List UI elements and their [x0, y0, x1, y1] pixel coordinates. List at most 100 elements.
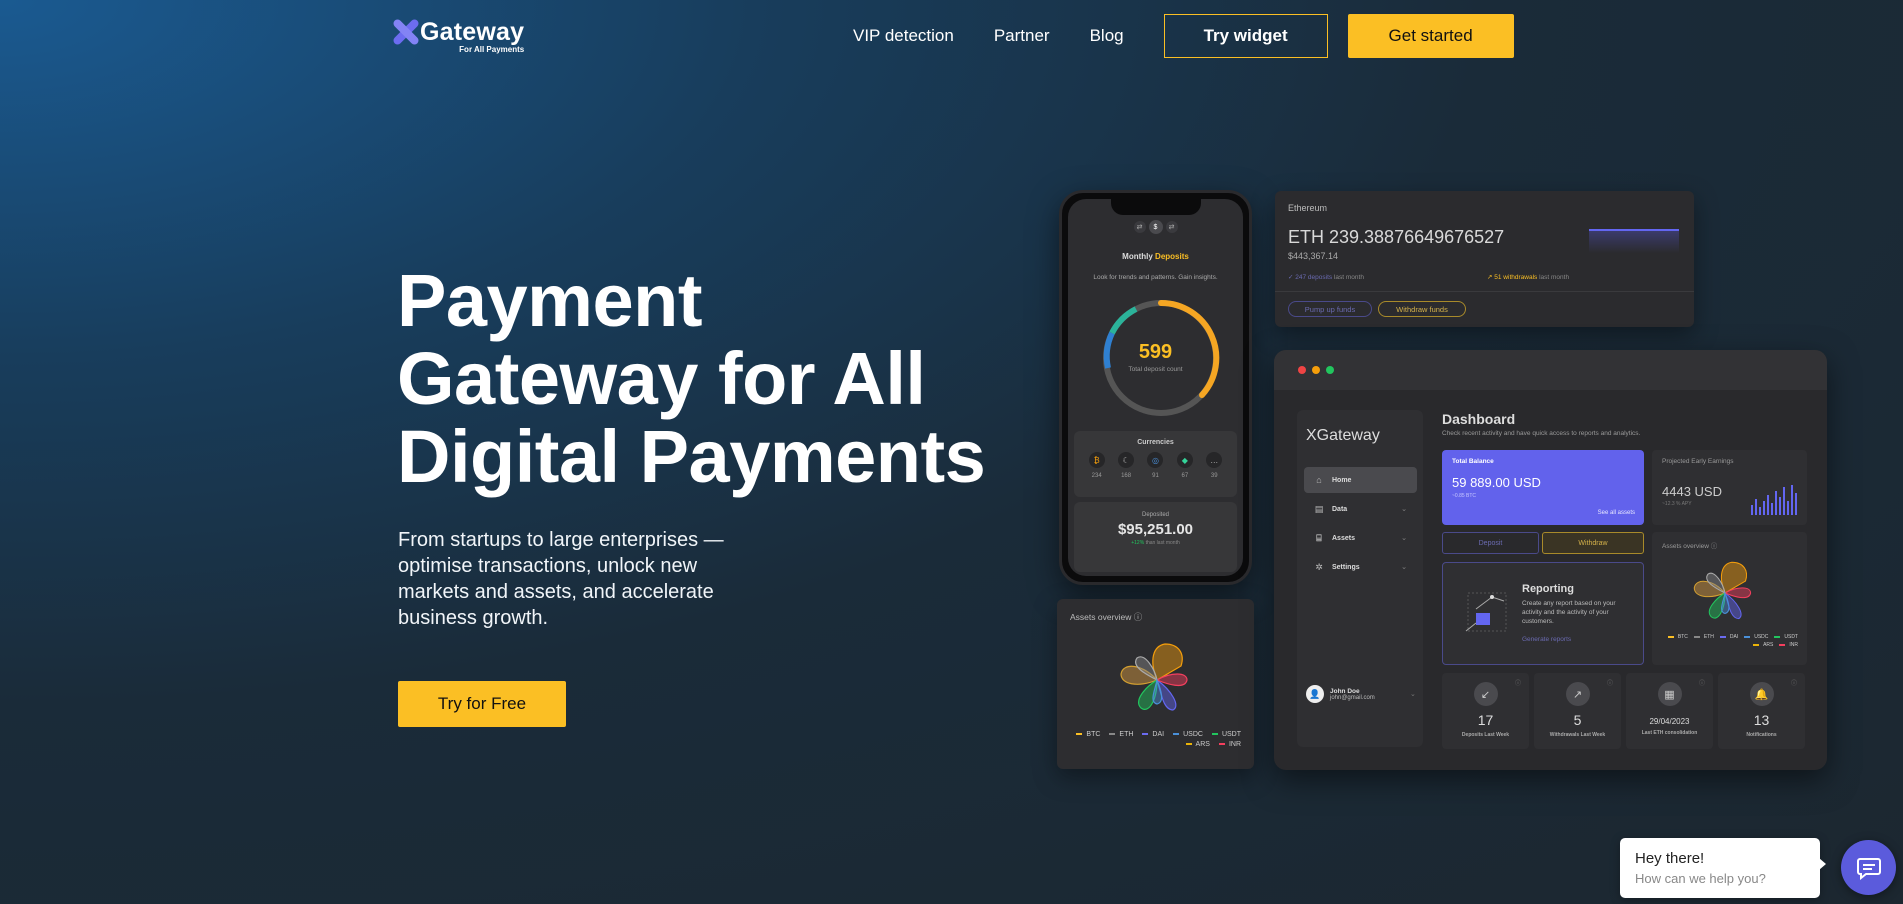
try-widget-button[interactable]: Try widget — [1163, 14, 1328, 58]
phone-pill-dollar: $ — [1148, 220, 1163, 234]
monthly-deposits-title: Monthly Deposits — [1068, 252, 1243, 261]
chat-greeting-bubble[interactable]: Hey there! How can we help you? — [1620, 838, 1826, 898]
eth-withdrawals-stat: ↗ 51 withdrawals last month — [1487, 273, 1569, 281]
legend-item-btc: BTC — [1076, 731, 1100, 738]
phone-tab-pills: ⇄ $ ⇄ — [1133, 220, 1178, 234]
chat-icon — [1856, 857, 1881, 880]
phone-notch — [1110, 199, 1201, 215]
gear-icon: ✲ — [1315, 561, 1323, 572]
user-profile[interactable]: 👤 John Doe john@gmail.com ⌄ — [1306, 685, 1416, 703]
generate-reports-link[interactable]: Generate reports — [1522, 636, 1571, 643]
phone-screen: ⇄ $ ⇄ Monthly Deposits Look for trends a… — [1068, 199, 1243, 576]
arrow-up-right-icon: ↗ — [1565, 682, 1590, 706]
sidebar-item-label: Data — [1332, 505, 1348, 513]
avatar: 👤 — [1306, 685, 1324, 703]
legend-item-btc: BTC — [1668, 634, 1688, 640]
stat-value: 17 — [1477, 712, 1494, 728]
legend-item-dai: DAI — [1142, 731, 1164, 738]
arrow-up-right-icon: ↗ — [1487, 274, 1493, 281]
dashboard-sidebar: XGateway ⌂ Home ▤ Data ⌄ ⌸ Assets ⌄ ✲ Se… — [1297, 410, 1423, 747]
pump-up-funds-button[interactable]: Pump up funds — [1288, 301, 1372, 317]
assets-flower-chart — [1120, 643, 1188, 711]
monthly-deposits-desc: Look for trends and patterns. Gain insig… — [1093, 274, 1218, 281]
deposited-panel: Deposited $95,251.00 +12% than last mont… — [1074, 502, 1237, 572]
eth-sparkline — [1589, 229, 1679, 253]
currency-count: 67 — [1181, 473, 1189, 479]
legend-item-dai: DAI — [1720, 634, 1738, 640]
deposit-button[interactable]: Deposit — [1442, 532, 1539, 554]
stat-label: Last ETH consolidation — [1641, 730, 1698, 736]
logo[interactable]: Gateway For All Payments — [391, 17, 525, 54]
maximize-dot-icon[interactable] — [1326, 366, 1334, 374]
legend-item-eth: ETH — [1109, 731, 1133, 738]
stat-card: ⓘ ▦ 29/04/2023 Last ETH consolidation — [1626, 673, 1713, 749]
try-for-free-button[interactable]: Try for Free — [398, 681, 566, 727]
phone-pill-left: ⇄ — [1133, 221, 1146, 233]
currency-item: ◎ 91 — [1147, 452, 1164, 479]
hero-title-line-3: Digital Payments — [397, 415, 986, 498]
currencies-row: ₿ 234 ☾ 168 ◎ 91 ◆ 67 … 39 — [1074, 446, 1237, 479]
deposited-change-percent: +12% — [1131, 540, 1145, 546]
bell-icon: 🔔 — [1749, 682, 1774, 706]
top-nav: VIP detection Partner Blog Try widget Ge… — [853, 14, 1514, 58]
nav-link-vip-detection[interactable]: VIP detection — [853, 14, 954, 58]
sidebar-item-assets[interactable]: ⌸ Assets ⌄ — [1304, 525, 1417, 551]
legend-item-usdc: USDC — [1173, 731, 1203, 738]
sidebar-item-settings[interactable]: ✲ Settings ⌄ — [1304, 554, 1417, 580]
divider — [1275, 291, 1694, 292]
phone-pill-right: ⇄ — [1165, 221, 1178, 233]
sidebar-item-home[interactable]: ⌂ Home — [1304, 467, 1417, 493]
stat-value: 29/04/2023 — [1649, 717, 1690, 726]
stat-card: ⓘ 🔔 13 Notifications — [1718, 673, 1805, 749]
currency-item: ₿ 234 — [1088, 452, 1105, 479]
chat-prompt: How can we help you? — [1635, 871, 1766, 886]
calendar-icon: ▦ — [1657, 682, 1682, 706]
dashboard-window: XGateway ⌂ Home ▤ Data ⌄ ⌸ Assets ⌄ ✲ Se… — [1274, 350, 1827, 770]
get-started-button[interactable]: Get started — [1347, 14, 1514, 58]
minimize-dot-icon[interactable] — [1312, 366, 1320, 374]
legend-item-eth: ETH — [1694, 634, 1714, 640]
deposited-change-period: than last month — [1145, 540, 1180, 546]
dashboard-subtitle: Check recent activity and have quick acc… — [1442, 430, 1641, 437]
eth-deposits-period: last month — [1333, 274, 1364, 281]
stat-value: 5 — [1573, 712, 1582, 728]
deposited-change: +12% than last month — [1074, 540, 1237, 546]
legend-item-ars: ARS — [1753, 642, 1773, 648]
nav-link-partner[interactable]: Partner — [994, 14, 1050, 58]
hero-title: Payment Gateway for All Digital Payments — [397, 262, 997, 496]
legend-item-usdt: USDT — [1212, 731, 1241, 738]
projected-earnings-label: Projected Early Earnings — [1662, 458, 1734, 465]
dashboard-assets-overview-label: Assets overview ⓘ — [1662, 540, 1717, 550]
close-dot-icon[interactable] — [1298, 366, 1306, 374]
moon-icon: ☾ — [1118, 452, 1135, 468]
reporting-illustration-icon — [1465, 592, 1507, 632]
data-icon: ▤ — [1314, 503, 1324, 514]
home-icon: ⌂ — [1316, 475, 1322, 485]
currency-count: 91 — [1152, 473, 1159, 479]
logo-x-icon — [391, 17, 421, 47]
nav-link-blog[interactable]: Blog — [1090, 14, 1124, 58]
deposit-count-label: Total deposit count — [1128, 366, 1183, 373]
withdraw-button[interactable]: Withdraw — [1542, 532, 1644, 554]
total-balance-sub: ~0.85 BTC — [1452, 493, 1477, 499]
earnings-bar-chart — [1751, 483, 1797, 515]
reporting-card: Reporting Create any report based on you… — [1442, 562, 1644, 665]
total-balance-value: 59 889.00 USD — [1452, 475, 1541, 490]
eth-balance: ETH 239.38876649676527 — [1288, 227, 1505, 247]
chat-button[interactable] — [1841, 840, 1896, 895]
see-all-assets-link[interactable]: See all assets — [1598, 510, 1635, 516]
chevron-down-icon: ⌄ — [1410, 691, 1416, 698]
eth-withdrawals: 51 withdrawals — [1494, 274, 1538, 281]
stat-label: Notifications — [1746, 732, 1777, 738]
sidebar-item-data[interactable]: ▤ Data ⌄ — [1304, 496, 1417, 522]
gem-icon: ◆ — [1176, 452, 1193, 468]
info-icon: ⓘ — [1790, 681, 1797, 687]
currency-count: 39 — [1210, 473, 1218, 479]
withdraw-funds-button[interactable]: Withdraw funds — [1378, 301, 1466, 317]
brand-tagline: For All Payments — [459, 45, 525, 54]
assets-overview-title-text: Assets overview — [1070, 612, 1132, 622]
phone-mockup: ⇄ $ ⇄ Monthly Deposits Look for trends a… — [1059, 190, 1252, 585]
dashboard-assets-overview-text: Assets overview — [1662, 543, 1709, 550]
currencies-title: Currencies — [1137, 439, 1174, 446]
info-icon: ⓘ — [1698, 681, 1705, 687]
